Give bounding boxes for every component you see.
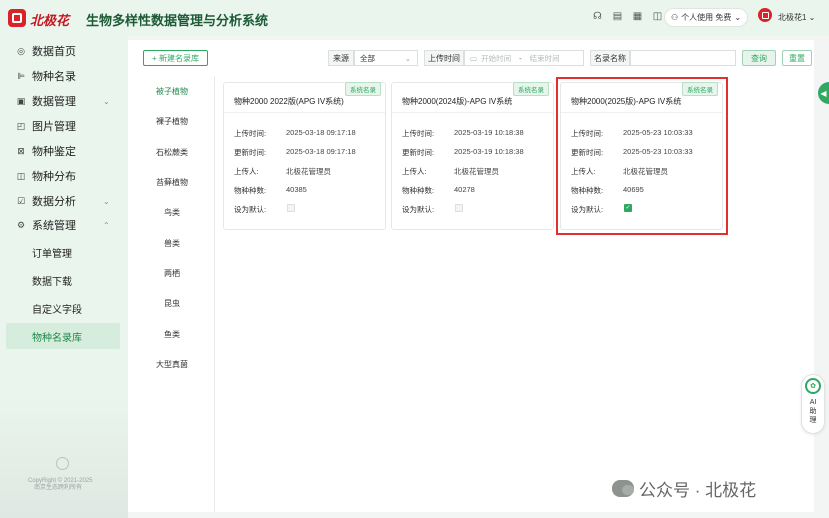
top-header: 北极花 生物多样性数据管理与分析系统 ☊ ▤ ▦ ◫ ⚇ 个人使用 免费 ⌄ 北… bbox=[0, 0, 829, 36]
nav-item-species-distribution[interactable]: ◫ 物种分布 bbox=[0, 165, 128, 187]
category-mammals[interactable]: 兽类 bbox=[142, 238, 202, 249]
nav-item-home[interactable]: ◎ 数据首页 bbox=[0, 40, 128, 62]
nav-item-species-list[interactable]: ⊫ 物种名录 bbox=[0, 65, 128, 87]
query-button[interactable]: 查询 bbox=[742, 50, 776, 66]
category-gymnosperms[interactable]: 裸子植物 bbox=[142, 116, 202, 127]
copyright: CopyRight © 2021-2025 南京生态跨利所有 bbox=[28, 478, 93, 491]
set-default-row: 设为默认: bbox=[402, 205, 435, 214]
expand-panel-button[interactable]: ◀ bbox=[818, 82, 829, 104]
collapse-icon[interactable] bbox=[56, 457, 69, 470]
new-catalog-button[interactable]: + 新建名录库 bbox=[143, 50, 208, 66]
category-insects[interactable]: 昆虫 bbox=[142, 298, 202, 309]
sub-item-orders[interactable]: 订单管理 bbox=[6, 239, 120, 265]
nav-item-species-identification[interactable]: ⊠ 物种鉴定 bbox=[0, 140, 128, 162]
database-icon: ▣ bbox=[16, 95, 26, 106]
dashboard-icon: ◎ bbox=[17, 45, 25, 56]
system-title: 生物多样性数据管理与分析系统 bbox=[86, 13, 269, 28]
nav-item-data-management[interactable]: ▣ 数据管理 ⌄ bbox=[0, 90, 128, 112]
sub-item-custom-fields[interactable]: 自定义字段 bbox=[6, 295, 120, 321]
ai-assistant-button[interactable]: ✿ AI助理 bbox=[801, 374, 825, 434]
nav-item-system-management[interactable]: ⚙ 系统管理 ⌃ bbox=[0, 214, 128, 236]
default-checkbox[interactable] bbox=[455, 204, 463, 212]
name-input[interactable] bbox=[630, 50, 736, 66]
category-fishes[interactable]: 鱼类 bbox=[142, 329, 202, 340]
sidebar-footer: CopyRight © 2021-2025 南京生态跨利所有 bbox=[0, 398, 128, 518]
species-count-row: 物种种数: 40385 bbox=[234, 185, 307, 195]
calendar-icon: ▭ bbox=[470, 53, 478, 63]
uploader-row: 上传人: 北极花管理员 bbox=[402, 167, 499, 176]
document-icon[interactable]: ▤ bbox=[612, 11, 623, 22]
set-default-row: 设为默认: bbox=[234, 205, 267, 214]
category-amphibians[interactable]: 两栖 bbox=[142, 268, 202, 279]
chevron-down-icon: ⌄ bbox=[103, 196, 110, 206]
reset-button[interactable]: 重置 bbox=[782, 50, 812, 66]
catalog-card[interactable]: 系统名录 物种2000(2024版)-APG IV系统 上传时间: 2025-03… bbox=[391, 82, 554, 230]
user-label: 个人使用 免费 bbox=[681, 13, 732, 22]
divider bbox=[224, 112, 385, 113]
sidebar: ◎ 数据首页 ⊫ 物种名录 ▣ 数据管理 ⌄ ◰ 图片管理 ⊠ 物种鉴定 ◫ 物… bbox=[0, 36, 128, 518]
chevron-down-icon: ⌄ bbox=[404, 53, 411, 63]
qrcode-icon[interactable]: ▦ bbox=[632, 11, 643, 22]
chevron-down-icon: ⌄ bbox=[103, 96, 110, 106]
upload-time-label: 上传时间 bbox=[424, 50, 464, 66]
date-range-picker[interactable]: ▭ 开始时间 - 结束时间 bbox=[464, 50, 584, 66]
analysis-icon: ☑ bbox=[16, 195, 26, 206]
org-switcher[interactable]: 北极花1 ⌄ bbox=[778, 12, 815, 23]
header-toolbar: ☊ ▤ ▦ ◫ bbox=[592, 11, 663, 22]
nav-item-data-analysis[interactable]: ☑ 数据分析 ⌄ bbox=[0, 190, 128, 212]
wechat-icon bbox=[612, 480, 634, 497]
org-logo-icon[interactable] bbox=[758, 8, 772, 22]
name-label: 名录名称 bbox=[590, 50, 630, 66]
card-title: 物种2000 2022版(APG IV系统) bbox=[234, 97, 344, 106]
map-icon: ◫ bbox=[16, 170, 26, 181]
category-angiosperms[interactable]: 被子植物 bbox=[142, 86, 202, 97]
upload-time-row: 上传时间: 2025-03-19 10:18:38 bbox=[402, 128, 524, 138]
category-birds[interactable]: 鸟类 bbox=[142, 207, 202, 218]
system-catalog-badge: 系统名录 bbox=[345, 82, 381, 96]
identify-icon: ⊠ bbox=[17, 145, 25, 156]
sub-item-data-download[interactable]: 数据下载 bbox=[6, 267, 120, 293]
chevron-up-icon: ⌃ bbox=[103, 220, 110, 230]
highlight-box bbox=[556, 77, 728, 235]
book-icon[interactable]: ◫ bbox=[652, 11, 663, 22]
system-catalog-badge: 系统名录 bbox=[513, 82, 549, 96]
divider bbox=[214, 76, 215, 512]
update-time-row: 更新时间: 2025-03-19 10:18:38 bbox=[402, 147, 524, 157]
ai-icon: ✿ bbox=[805, 378, 821, 394]
default-checkbox[interactable] bbox=[287, 204, 295, 212]
upload-time-row: 上传时间: 2025-03-18 09:17:18 bbox=[234, 128, 356, 138]
user-menu[interactable]: ⚇ 个人使用 免费 ⌄ bbox=[664, 8, 749, 27]
image-icon: ◰ bbox=[16, 120, 26, 131]
species-count-row: 物种种数: 40278 bbox=[402, 185, 475, 195]
source-select[interactable]: 全部 ⌄ bbox=[354, 50, 418, 66]
update-time-row: 更新时间: 2025-03-18 09:17:18 bbox=[234, 147, 356, 157]
category-macrofungi[interactable]: 大型真菌 bbox=[142, 359, 202, 370]
settings-icon: ⚙ bbox=[16, 219, 26, 230]
source-label: 来源 bbox=[328, 50, 354, 66]
divider bbox=[392, 112, 553, 113]
user-icon: ⚇ bbox=[671, 13, 679, 22]
watermark: 公众号 · 北极花 bbox=[612, 476, 756, 501]
category-lycophytes-ferns[interactable]: 石松蕨类 bbox=[142, 147, 202, 158]
list-icon: ⊫ bbox=[17, 70, 25, 81]
brand-logo-icon[interactable] bbox=[8, 9, 26, 27]
headset-icon[interactable]: ☊ bbox=[592, 11, 603, 22]
sub-item-species-catalog[interactable]: 物种名录库 bbox=[6, 323, 120, 349]
brand-name[interactable]: 北极花 bbox=[30, 10, 69, 29]
catalog-card[interactable]: 系统名录 物种2000 2022版(APG IV系统) 上传时间: 2025-03… bbox=[223, 82, 386, 230]
nav-item-image-management[interactable]: ◰ 图片管理 bbox=[0, 115, 128, 137]
category-bryophytes[interactable]: 苔藓植物 bbox=[142, 177, 202, 188]
card-title: 物种2000(2024版)-APG IV系统 bbox=[402, 97, 513, 106]
uploader-row: 上传人: 北极花管理员 bbox=[234, 167, 331, 176]
chevron-down-icon: ⌄ bbox=[734, 13, 742, 22]
chevron-left-icon: ◀ bbox=[820, 88, 827, 98]
ai-assistant-label: AI助理 bbox=[809, 399, 817, 424]
